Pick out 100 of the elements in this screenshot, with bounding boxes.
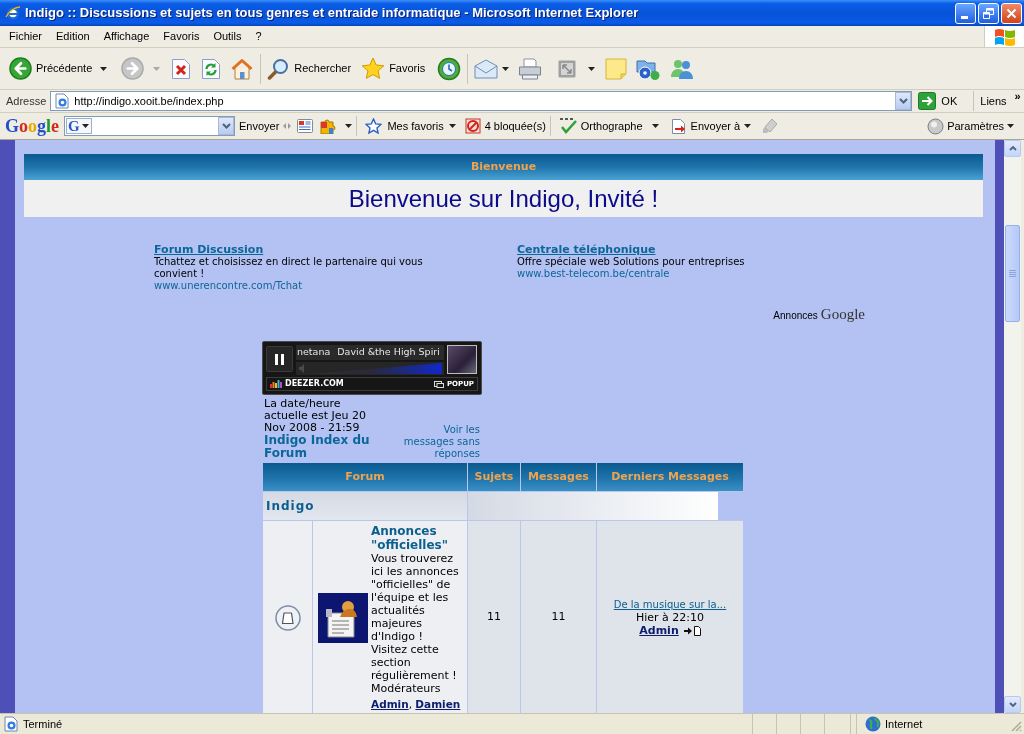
forum-title-link[interactable]: Annonces "officielles" [371,524,461,552]
moderators-label: Modérateurs [371,682,441,695]
ad-title-link[interactable]: Centrale téléphonique [517,243,656,256]
spellcheck-button[interactable]: Orthographe [558,117,643,135]
current-date-text: La date/heure actuelle est Jeu 20 Nov 2008 - 21:59 [264,398,367,434]
globe-icon [865,716,881,732]
menu-item[interactable]: Affichage [96,28,157,45]
search-engine-button[interactable]: G [66,118,92,134]
arrow-page-icon[interactable] [683,625,701,636]
bookmarks-button[interactable]: Mes favoris [365,117,456,135]
caret-icon[interactable] [1007,124,1014,128]
popup-blocker-button[interactable]: 4 bloquée(s) [464,117,546,135]
check-mark-icon [558,117,578,135]
puzzle-icon [320,118,338,134]
browser-logo-icon [5,5,21,21]
minimize-icon [961,15,968,19]
pause-icon [275,353,284,365]
envelope-icon [474,58,499,79]
close-button[interactable] [1001,2,1022,24]
menu-item[interactable]: ? [248,28,269,45]
caret-icon[interactable] [448,124,456,128]
ads-label: Annonces [773,310,818,322]
more-button[interactable]: » [1014,91,1021,102]
resize-icon [558,59,577,78]
ad-title-link[interactable]: Forum Discussion [154,243,264,256]
window-title: Indigo :: Discussions et sujets en tous genres et entraide informatique - Microsoft Internet Explorer [25,4,639,23]
scroll-down-button[interactable] [1004,696,1021,713]
moderator-link[interactable]: Damien [415,698,461,710]
links-button[interactable]: Liens [980,92,1007,110]
star-icon [361,57,386,80]
address-dropdown-button[interactable] [895,92,912,110]
restore-button[interactable] [978,2,999,24]
prohibited-sign-icon [464,118,481,134]
chevron-up-icon [1008,146,1017,151]
last-post-link[interactable]: De la musique sur la... [613,598,727,611]
favorites-button[interactable]: Favoris [359,51,428,86]
menu-item[interactable]: Edition [49,28,97,45]
web-page-icon [3,716,19,732]
clock-icon [437,56,462,81]
list-separator: , [408,698,413,710]
column-header: Forum [263,463,467,491]
puzzle-button[interactable] [320,118,338,134]
track-title: netana [297,345,331,360]
address-label: Adresse [5,93,48,109]
caret-icon[interactable] [651,124,659,128]
scrollbar-thumb[interactable] [1005,225,1020,322]
address-field[interactable]: http://indigo.xooit.be/index.php [50,91,913,111]
unanswered-posts-link[interactable]: Voir les messages sans réponses [394,424,480,460]
column-header: Messages [521,463,596,491]
send-to-button[interactable]: Envoyer à [670,117,752,135]
scroll-up-button[interactable] [1004,140,1021,157]
sticky-note-icon [605,57,628,80]
printer-icon [518,57,543,80]
left-right-arrows-icon [283,121,292,131]
player-brand-text: DEEZER.COM [285,380,344,388]
column-header: Derniers Messages [597,463,743,491]
web-page-icon [54,93,71,109]
caret-icon[interactable] [744,124,752,128]
caret-icon[interactable] [502,66,510,71]
close-icon [1006,7,1017,19]
chevron-down-icon [221,123,231,129]
go-button[interactable]: OK [916,91,960,111]
track-artist: David &the High Spiri [337,345,440,360]
ad-url-link[interactable]: www.best-telecom.be/centrale [517,268,670,280]
news-button[interactable] [297,119,314,133]
stop-icon [171,57,192,80]
menu-item[interactable]: Fichier [2,28,49,45]
category-title-link[interactable]: Indigo [263,492,467,520]
last-post-author-link[interactable]: Admin [639,624,679,637]
forum-index-link[interactable]: Indigo Index du Forum [264,434,376,460]
document-clipart-icon [318,592,368,643]
search-icon [267,57,290,80]
security-zone-label: Internet [885,716,923,732]
resize-grip-icon [1011,721,1022,732]
page-arrow-icon [670,117,687,135]
settings-button[interactable]: Paramètres [927,117,1014,135]
search-field[interactable]: G [64,116,236,136]
pause-button[interactable] [266,346,293,372]
send-search-button[interactable]: Envoyer [238,117,281,135]
status-text: Terminé [23,716,63,732]
column-header: Sujets [468,463,520,491]
caret-icon[interactable] [345,124,353,128]
caret-icon[interactable] [588,66,596,71]
restore-icon [983,7,994,19]
last-post-time: Hier à 22:10 [635,611,705,624]
caret-icon[interactable] [81,124,89,128]
search-dropdown-button[interactable] [218,117,235,135]
google-logo: Google [5,117,60,135]
two-windows-icon [433,380,444,388]
menu-item[interactable]: Outils [206,28,249,45]
refresh-icon [201,57,222,80]
menu-item[interactable]: Favoris [156,28,207,45]
caret-icon[interactable] [100,66,108,71]
ad-url-link[interactable]: www.unerencontre.com/Tchat [154,280,303,292]
search-button[interactable]: Rechercher [265,51,354,86]
moderator-link[interactable]: Admin [371,698,409,710]
minimize-button[interactable] [955,2,976,24]
back-button[interactable]: Précédente [7,51,95,86]
home-icon [230,57,255,80]
chevron-down-icon [898,98,908,104]
